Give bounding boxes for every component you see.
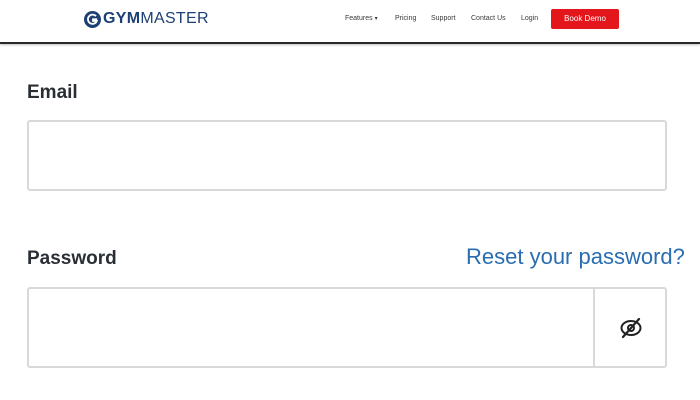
email-field[interactable] xyxy=(27,120,667,191)
eye-off-icon xyxy=(619,316,643,340)
nav-item-features[interactable]: Features ▾ xyxy=(345,9,378,29)
password-field[interactable] xyxy=(29,289,592,366)
book-demo-button[interactable]: Book Demo xyxy=(551,9,619,29)
reset-password-link[interactable]: Reset your password? xyxy=(466,244,685,270)
nav-item-support[interactable]: Support xyxy=(431,9,456,29)
nav-item-contact-us[interactable]: Contact Us xyxy=(471,9,506,29)
nav-item-pricing[interactable]: Pricing xyxy=(395,9,416,29)
site-header: GYMMASTER Features ▾ Pricing Support Cont… xyxy=(0,0,700,44)
nav-item-label: Features xyxy=(345,15,373,22)
email-label: Email xyxy=(27,82,78,103)
chevron-down-icon: ▾ xyxy=(374,16,378,22)
password-label: Password xyxy=(27,248,117,269)
toggle-password-visibility-button[interactable] xyxy=(593,289,667,366)
password-field-wrapper xyxy=(27,287,667,368)
nav-item-login[interactable]: Login xyxy=(521,9,538,29)
